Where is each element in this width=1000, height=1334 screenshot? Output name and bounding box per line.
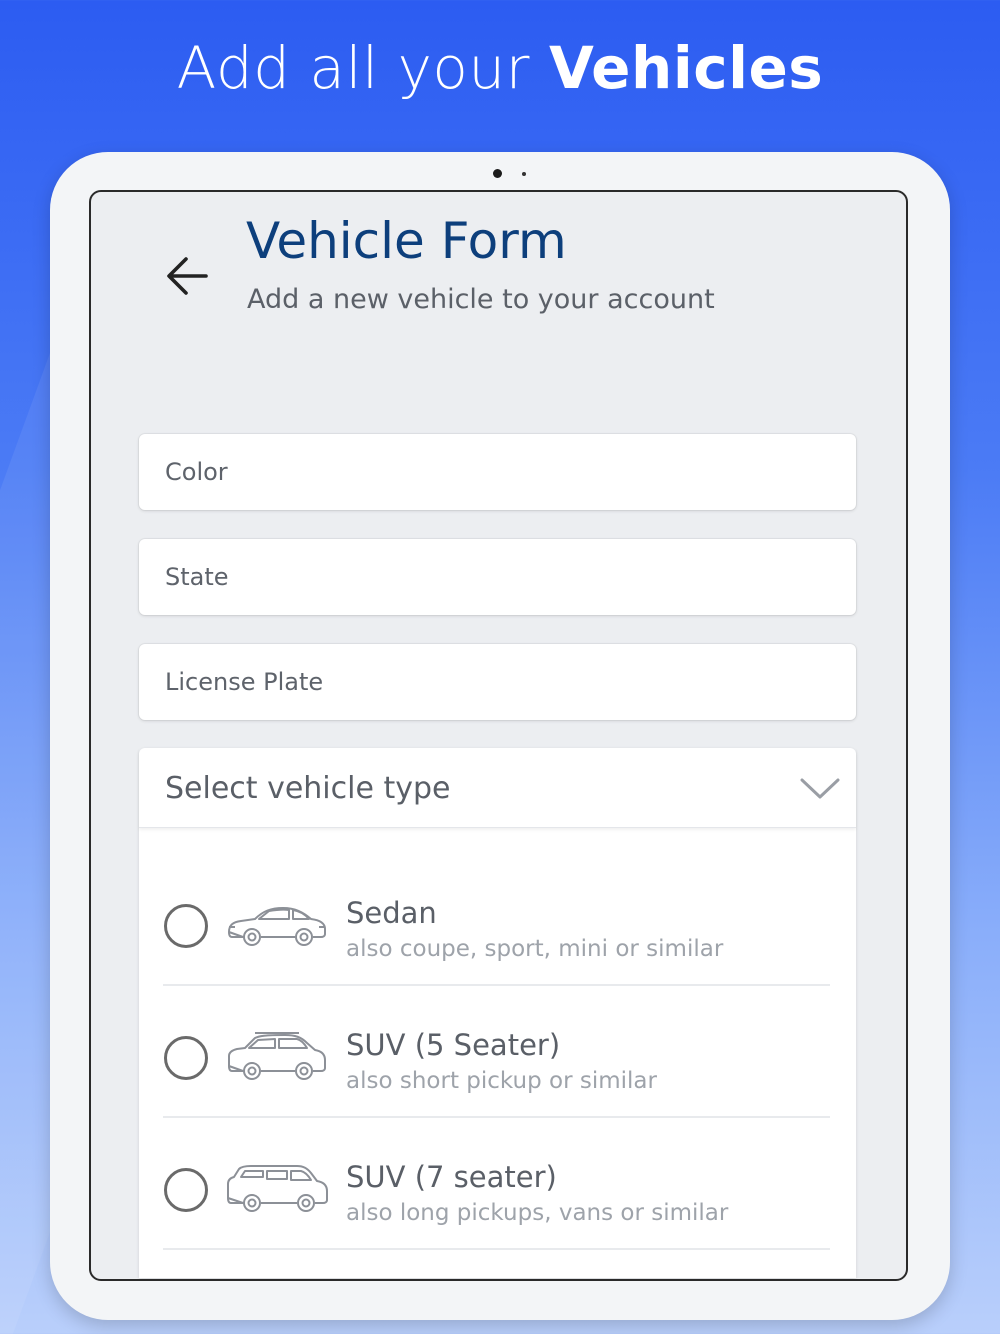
license-plate-input[interactable] — [139, 644, 856, 720]
suv-5-radio[interactable] — [164, 1036, 208, 1080]
app-screen: Vehicle Form Add a new vehicle to your a… — [89, 190, 908, 1281]
color-input[interactable] — [139, 434, 856, 510]
state-field-container — [139, 539, 856, 615]
arrow-left-icon — [167, 257, 208, 295]
sedan-radio[interactable] — [164, 904, 208, 948]
license-plate-field-container — [139, 644, 856, 720]
sedan-title: Sedan — [346, 896, 437, 930]
suv-icon — [228, 1032, 326, 1080]
back-button[interactable] — [163, 254, 211, 298]
headline-light: Add all your — [176, 34, 549, 102]
vehicle-option-suv-5[interactable]: SUV (5 Seater) also short pickup or simi… — [163, 986, 830, 1118]
suv-7-description: also long pickups, vans or similar — [346, 1200, 729, 1226]
sensor-dot — [522, 172, 526, 176]
headline-bold: Vehicles — [548, 34, 824, 102]
vehicle-type-select[interactable]: Select vehicle type — [139, 748, 856, 828]
vehicle-type-label: Select vehicle type — [165, 771, 451, 806]
sedan-icon — [228, 907, 326, 946]
suv-5-title: SUV (5 Seater) — [346, 1028, 561, 1062]
suv-7-title: SUV (7 seater) — [346, 1160, 557, 1194]
vehicle-type-dropdown: Select vehicle type Sedan also coupe, sp… — [139, 748, 856, 1278]
camera-dot — [493, 169, 502, 178]
vehicle-option-sedan[interactable]: Sedan also coupe, sport, mini or similar — [163, 854, 830, 986]
sedan-description: also coupe, sport, mini or similar — [346, 936, 724, 962]
vehicle-option-suv-7[interactable]: SUV (7 seater) also long pickups, vans o… — [163, 1118, 830, 1250]
chevron-down-icon — [800, 778, 840, 799]
marketing-headline: Add all your Vehicles — [0, 34, 1000, 102]
suv-7-radio[interactable] — [164, 1168, 208, 1212]
suv-5-description: also short pickup or similar — [346, 1068, 657, 1094]
van-icon — [227, 1165, 328, 1212]
page-title: Vehicle Form — [246, 212, 567, 270]
state-input[interactable] — [139, 539, 856, 615]
tablet-frame: Vehicle Form Add a new vehicle to your a… — [50, 152, 950, 1320]
color-field-container — [139, 434, 856, 510]
page-subtitle: Add a new vehicle to your account — [247, 284, 715, 315]
